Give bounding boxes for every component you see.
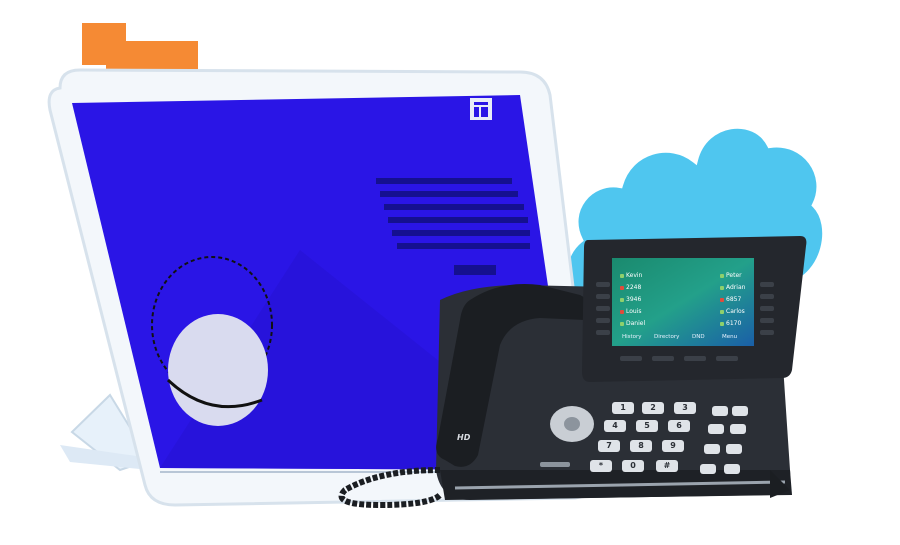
hd-badge: HD <box>457 433 471 442</box>
contact-left-1[interactable]: Kevin <box>620 272 642 279</box>
softkey-directory[interactable]: Directory <box>654 334 679 340</box>
key-7[interactable]: 7 <box>600 441 618 450</box>
key-3[interactable]: 3 <box>676 403 694 412</box>
scene: Kevin 2248 3946 Louis Daniel Peter Adria… <box>0 0 900 545</box>
key-5[interactable]: 5 <box>638 421 656 430</box>
key-8[interactable]: 8 <box>632 441 650 450</box>
contact-left-4[interactable]: Louis <box>620 308 642 315</box>
contact-right-2[interactable]: Adrian <box>720 284 745 291</box>
contact-right-5[interactable]: 6170 <box>720 320 741 327</box>
key-4[interactable]: 4 <box>606 421 624 430</box>
contact-left-5[interactable]: Daniel <box>620 320 645 327</box>
contact-left-3[interactable]: 3946 <box>620 296 641 303</box>
key-1[interactable]: 1 <box>614 403 632 412</box>
key-hash[interactable]: # <box>658 461 676 470</box>
softkey-dnd[interactable]: DND <box>692 334 705 340</box>
key-2[interactable]: 2 <box>644 403 662 412</box>
key-0[interactable]: 0 <box>624 461 642 470</box>
contact-right-3[interactable]: 6857 <box>720 296 741 303</box>
key-9[interactable]: 9 <box>664 441 682 450</box>
contact-right-4[interactable]: Carlos <box>720 308 745 315</box>
key-star[interactable]: * <box>592 461 610 470</box>
softkey-history[interactable]: History <box>622 334 642 340</box>
contact-left-2[interactable]: 2248 <box>620 284 641 291</box>
contact-right-1[interactable]: Peter <box>720 272 742 279</box>
key-6[interactable]: 6 <box>670 421 688 430</box>
desk-phone <box>338 236 807 509</box>
phone-screen: Kevin 2248 3946 Louis Daniel Peter Adria… <box>616 262 750 340</box>
softkey-menu[interactable]: Menu <box>722 334 737 340</box>
